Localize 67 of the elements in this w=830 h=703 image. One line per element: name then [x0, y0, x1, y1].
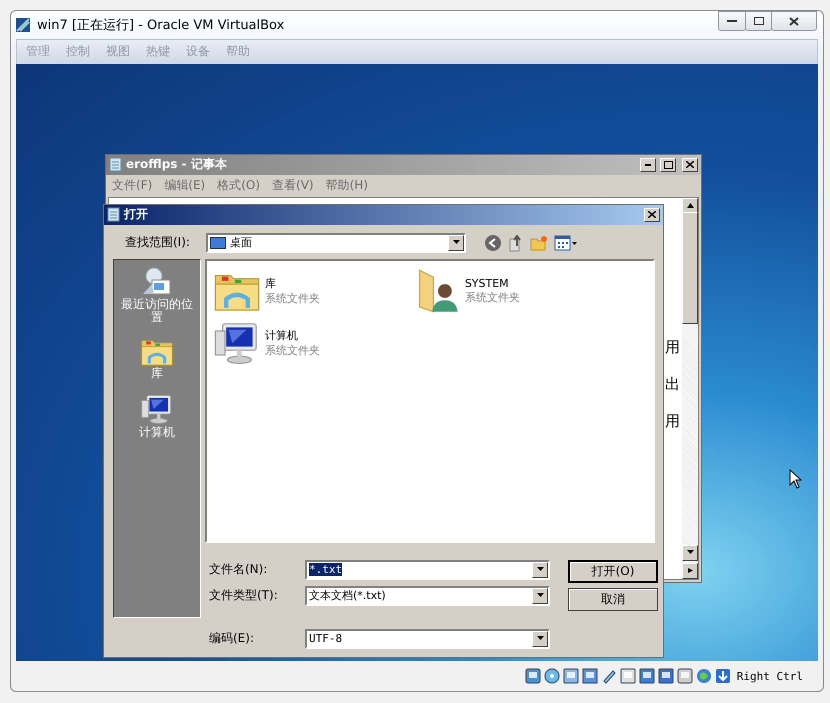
notepad-title: erofflps - 记事本 — [126, 156, 228, 174]
file-name-field[interactable]: *.txt — [305, 560, 550, 580]
computer-icon — [140, 392, 174, 426]
host-key-label: Right Ctrl — [736, 670, 803, 683]
view-menu-icon[interactable] — [554, 234, 578, 251]
open-button[interactable]: 打开(O) — [568, 560, 658, 583]
up-arrow-icon — [686, 203, 694, 208]
virtualbox-logo-icon — [15, 16, 31, 33]
maximize-icon — [664, 160, 672, 169]
file-list-item[interactable]: 库 系统文件夹 — [212, 264, 415, 317]
menu-item[interactable]: 控制 — [66, 43, 90, 60]
minimize-button[interactable] — [718, 11, 746, 31]
dialog-title: 打开 — [124, 206, 149, 224]
download-arrow-icon[interactable] — [714, 668, 731, 684]
close-icon — [686, 161, 694, 168]
down-arrow-icon — [452, 240, 460, 246]
back-icon[interactable] — [484, 234, 502, 252]
window-title: win7 [正在运行] - Oracle VM VirtualBox — [37, 16, 286, 34]
notepad-icon — [109, 157, 122, 172]
look-in-dropdown[interactable]: 桌面 — [206, 232, 466, 253]
close-icon — [648, 211, 656, 218]
encoding-label: 编码(E): — [209, 630, 255, 648]
file-type-dropdown[interactable]: 文本文档(*.txt) — [305, 586, 550, 606]
down-arrow-icon — [686, 550, 694, 556]
dropdown-button[interactable] — [448, 234, 464, 251]
look-in-label: 查找范围(I): — [125, 234, 191, 252]
menu-item[interactable]: 视图 — [106, 43, 130, 60]
cancel-button[interactable]: 取消 — [568, 588, 658, 611]
close-button[interactable] — [771, 11, 817, 31]
menu-item[interactable]: 管理 — [26, 43, 50, 60]
down-arrow-icon — [536, 593, 544, 598]
right-arrow-icon — [686, 568, 694, 574]
notepad-icon — [107, 207, 120, 222]
dropdown-button[interactable] — [532, 562, 548, 578]
dropdown-button[interactable] — [532, 588, 548, 604]
vertical-scrollbar[interactable] — [682, 198, 698, 579]
file-name-label: 文件名(N): — [209, 561, 268, 578]
menu-item[interactable]: 查看(V) — [272, 177, 314, 194]
mouse-cursor-icon — [789, 468, 803, 489]
menu-item[interactable]: 文件(F) — [112, 177, 152, 194]
down-arrow-icon — [536, 567, 544, 572]
dropdown-button[interactable] — [532, 630, 548, 647]
file-type-label: 文件类型(T): — [209, 587, 279, 604]
maximize-button[interactable] — [745, 11, 772, 31]
desktop-icon — [210, 236, 226, 249]
menu-item[interactable]: 帮助(H) — [326, 177, 368, 194]
close-icon — [789, 16, 799, 26]
menu-item[interactable]: 设备 — [186, 43, 210, 60]
document-text: 出 — [665, 374, 680, 394]
menu-item[interactable]: 热键 — [146, 43, 170, 60]
menu-item[interactable]: 格式(O) — [217, 177, 260, 194]
document-text: 用 — [665, 412, 680, 431]
disc-icon[interactable] — [544, 668, 560, 684]
maximize-icon — [754, 17, 764, 25]
down-arrow-icon — [536, 636, 544, 642]
file-list-item[interactable]: SYSTEM 系统文件夹 — [414, 264, 617, 317]
minimize-icon — [645, 164, 651, 166]
places-item[interactable]: 最近访问的位置 — [114, 264, 199, 326]
encoding-dropdown[interactable]: UTF-8 — [305, 628, 550, 649]
menu-item[interactable]: 编辑(E) — [164, 177, 206, 194]
places-item[interactable]: 计算机 — [114, 390, 199, 442]
globe-icon[interactable] — [696, 668, 712, 684]
places-item[interactable]: 库 — [114, 334, 199, 382]
menu-item[interactable]: 帮助 — [226, 43, 250, 60]
document-text: 用 — [665, 338, 680, 357]
minimize-icon — [727, 20, 737, 22]
file-list-item[interactable]: 计算机 系统文件夹 — [212, 316, 415, 369]
